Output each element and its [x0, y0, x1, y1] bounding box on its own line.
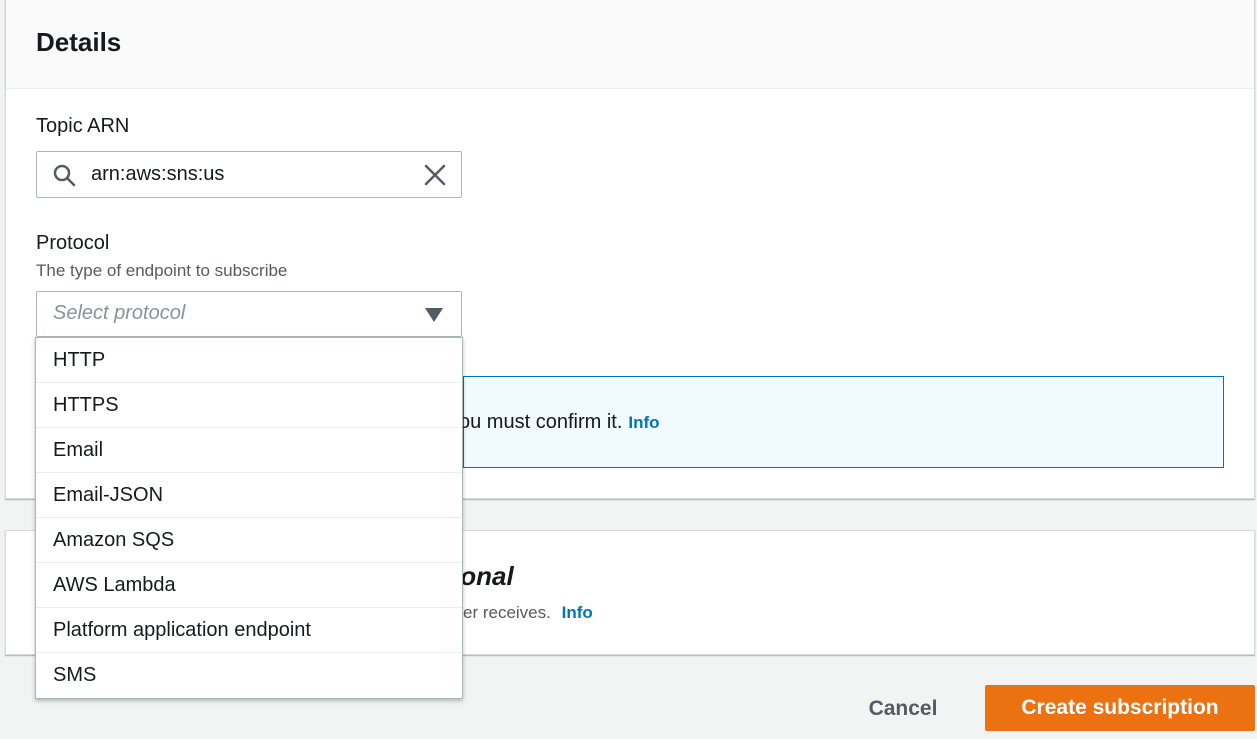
protocol-option-platform-application-endpoint[interactable]: Platform application endpoint — [36, 608, 462, 653]
protocol-option-https[interactable]: HTTPS — [36, 383, 462, 428]
protocol-option-amazon-sqs[interactable]: Amazon SQS — [36, 518, 462, 563]
alert-info-link[interactable]: Info — [628, 413, 659, 432]
topic-arn-label: Topic ARN — [36, 115, 130, 137]
protocol-option-email-json[interactable]: Email-JSON — [36, 473, 462, 518]
topic-arn-input[interactable]: arn:aws:sns:us — [36, 151, 462, 198]
details-header: Details — [6, 0, 1254, 89]
details-title: Details — [36, 27, 122, 57]
protocol-option-aws-lambda[interactable]: AWS Lambda — [36, 563, 462, 608]
protocol-option-http[interactable]: HTTP — [36, 338, 462, 383]
alert-text: ou must confirm it. Info — [459, 411, 660, 434]
alert-message: ou must confirm it. — [459, 411, 623, 433]
protocol-description: The type of endpoint to subscribe — [36, 261, 288, 280]
cancel-button[interactable]: Cancel — [848, 687, 958, 731]
optional-section-info-link[interactable]: Info — [562, 603, 593, 622]
close-icon[interactable] — [423, 163, 447, 187]
protocol-select[interactable]: Select protocol — [36, 291, 462, 337]
protocol-label: Protocol — [36, 232, 110, 254]
search-icon — [53, 164, 76, 187]
info-alert: ou must confirm it. Info — [459, 376, 1224, 468]
caret-down-icon — [425, 308, 443, 322]
protocol-placeholder: Select protocol — [53, 302, 186, 324]
protocol-option-sms[interactable]: SMS — [36, 653, 462, 698]
protocol-dropdown-list: HTTP HTTPS Email Email-JSON Amazon SQS A… — [35, 337, 463, 699]
optional-section-description: er receives. Info — [463, 603, 593, 623]
protocol-option-email[interactable]: Email — [36, 428, 462, 473]
topic-arn-value: arn:aws:sns:us — [91, 163, 225, 185]
create-subscription-button[interactable]: Create subscription — [985, 685, 1255, 731]
optional-section-description-text: er receives. — [463, 603, 551, 622]
